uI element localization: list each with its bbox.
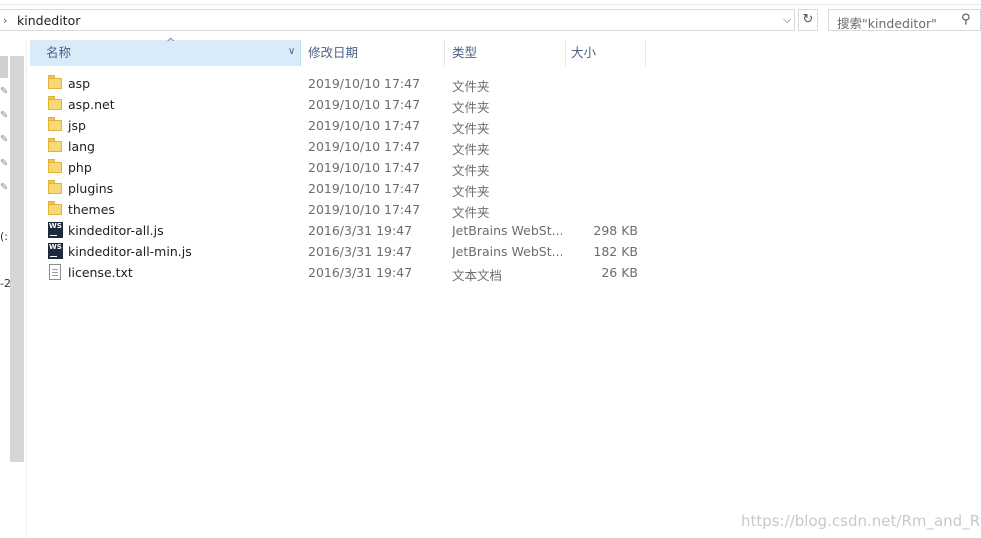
text-file-icon	[48, 264, 63, 280]
file-type: 文件夹	[452, 184, 490, 199]
file-type: 文件夹	[452, 142, 490, 157]
file-type: JetBrains WebSt...	[452, 223, 562, 238]
file-name: asp	[68, 76, 91, 91]
file-type: 文件夹	[452, 163, 490, 178]
file-modified-date: 2019/10/10 17:47	[308, 76, 421, 91]
pin-icon: ✎	[0, 86, 9, 97]
webstorm-file-icon: WS	[48, 222, 63, 238]
column-header-size[interactable]: 大小	[566, 40, 646, 66]
file-modified-date: 2016/3/31 19:47	[308, 244, 413, 259]
breadcrumb-chevron-icon[interactable]: ›	[3, 14, 7, 27]
address-path[interactable]: kindeditor	[17, 13, 80, 28]
file-size: 182 KB	[593, 244, 638, 259]
search-input[interactable]: 搜索"kindeditor"	[837, 13, 937, 32]
file-modified-date: 2019/10/10 17:47	[308, 97, 421, 112]
file-row[interactable]: lang 2019/10/10 17:47 文件夹	[30, 136, 650, 157]
file-row[interactable]: php 2019/10/10 17:47 文件夹	[30, 157, 650, 178]
file-name: plugins	[68, 181, 114, 196]
file-name: license.txt	[68, 265, 133, 280]
search-icon[interactable]: ⚲	[961, 12, 971, 27]
folder-icon	[48, 201, 63, 217]
file-row[interactable]: themes 2019/10/10 17:47 文件夹	[30, 199, 650, 220]
file-name: lang	[68, 139, 95, 154]
file-type: 文件夹	[452, 79, 490, 94]
refresh-button[interactable]: ↻	[798, 9, 818, 31]
file-type: 文件夹	[452, 205, 490, 220]
folder-icon	[48, 159, 63, 175]
file-row[interactable]: plugins 2019/10/10 17:47 文件夹	[30, 178, 650, 199]
pin-icon: ✎	[0, 158, 9, 169]
address-bar[interactable]	[0, 9, 795, 31]
column-header-type[interactable]: 类型	[446, 40, 566, 66]
pin-icon: ✎	[0, 182, 9, 193]
pin-icon: ✎	[0, 134, 9, 145]
file-size: 26 KB	[601, 265, 638, 280]
file-modified-date: 2019/10/10 17:47	[308, 118, 421, 133]
webstorm-file-icon: WS	[48, 243, 63, 259]
file-name: kindeditor-all.js	[68, 223, 164, 238]
file-type: 文件夹	[452, 121, 490, 136]
file-name: jsp	[68, 118, 86, 133]
file-name: php	[68, 160, 92, 175]
file-row[interactable]: WS kindeditor-all.js 2016/3/31 19:47 JetBra…	[30, 220, 650, 241]
folder-icon	[48, 75, 63, 91]
file-modified-date: 2019/10/10 17:47	[308, 139, 421, 154]
refresh-icon: ↻	[802, 12, 814, 27]
column-header-date[interactable]: 修改日期	[302, 40, 445, 66]
folder-icon	[48, 180, 63, 196]
folder-icon	[48, 96, 63, 112]
pin-icon: ✎	[0, 110, 9, 121]
file-row[interactable]: asp.net 2019/10/10 17:47 文件夹	[30, 94, 650, 115]
address-history-dropdown-icon[interactable]: ⌵	[783, 13, 791, 27]
navigation-pane-scrollbar[interactable]	[10, 56, 24, 462]
file-row[interactable]: license.txt 2016/3/31 19:47 文本文档 26 KB	[30, 262, 650, 283]
file-modified-date: 2019/10/10 17:47	[308, 202, 421, 217]
navigation-pane-item[interactable]	[0, 56, 8, 78]
folder-icon	[48, 138, 63, 154]
file-row[interactable]: asp 2019/10/10 17:47 文件夹	[30, 73, 650, 94]
file-type: 文件夹	[452, 100, 490, 115]
column-filter-dropdown-icon[interactable]: ∨	[288, 46, 295, 57]
file-size: 298 KB	[593, 223, 638, 238]
file-modified-date: 2016/3/31 19:47	[308, 265, 413, 280]
navigation-pane-label-fragment[interactable]: (:	[0, 230, 8, 243]
file-name: themes	[68, 202, 115, 217]
file-name: asp.net	[68, 97, 115, 112]
navigation-pane-label-fragment[interactable]: -2	[0, 277, 11, 290]
top-divider	[0, 4, 981, 5]
file-modified-date: 2016/3/31 19:47	[308, 223, 413, 238]
watermark-text: https://blog.csdn.net/Rm_and_Rf	[741, 512, 981, 530]
file-row[interactable]: WS kindeditor-all-min.js 2016/3/31 19:47 Je…	[30, 241, 650, 262]
file-row[interactable]: jsp 2019/10/10 17:47 文件夹	[30, 115, 650, 136]
folder-icon	[48, 117, 63, 133]
file-modified-date: 2019/10/10 17:47	[308, 160, 421, 175]
file-type: JetBrains WebSt...	[452, 244, 562, 259]
file-name: kindeditor-all-min.js	[68, 244, 192, 259]
file-type: 文本文档	[452, 268, 503, 283]
file-modified-date: 2019/10/10 17:47	[308, 181, 421, 196]
sort-ascending-icon: ^	[166, 36, 176, 49]
